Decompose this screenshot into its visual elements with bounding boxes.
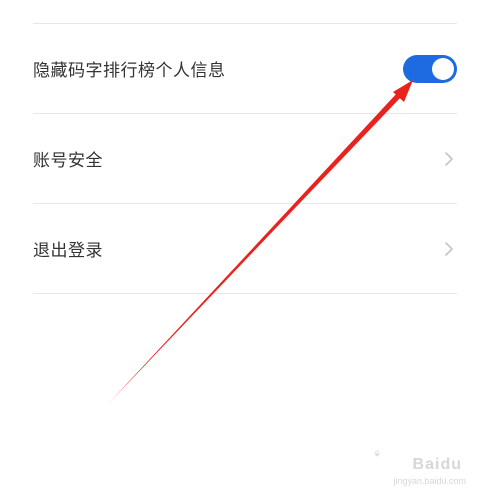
settings-row-logout[interactable]: 退出登录	[33, 204, 457, 293]
settings-row-hide-ranking-info[interactable]: 隐藏码字排行榜个人信息	[33, 24, 457, 113]
settings-row-label: 账号安全	[33, 151, 103, 171]
watermark-sub: jingyan.baidu.com	[393, 476, 466, 486]
toggle-knob	[432, 57, 454, 80]
settings-row-label: 隐藏码字排行榜个人信息	[33, 61, 226, 81]
chevron-right-icon	[445, 241, 453, 256]
chevron-right-icon	[445, 151, 453, 166]
divider-bottom	[33, 293, 457, 294]
settings-row-label: 退出登录	[33, 241, 103, 261]
hide-ranking-info-toggle[interactable]	[403, 54, 457, 83]
watermark-brand: Baidu	[412, 456, 462, 473]
settings-row-account-security[interactable]: 账号安全	[33, 114, 457, 203]
